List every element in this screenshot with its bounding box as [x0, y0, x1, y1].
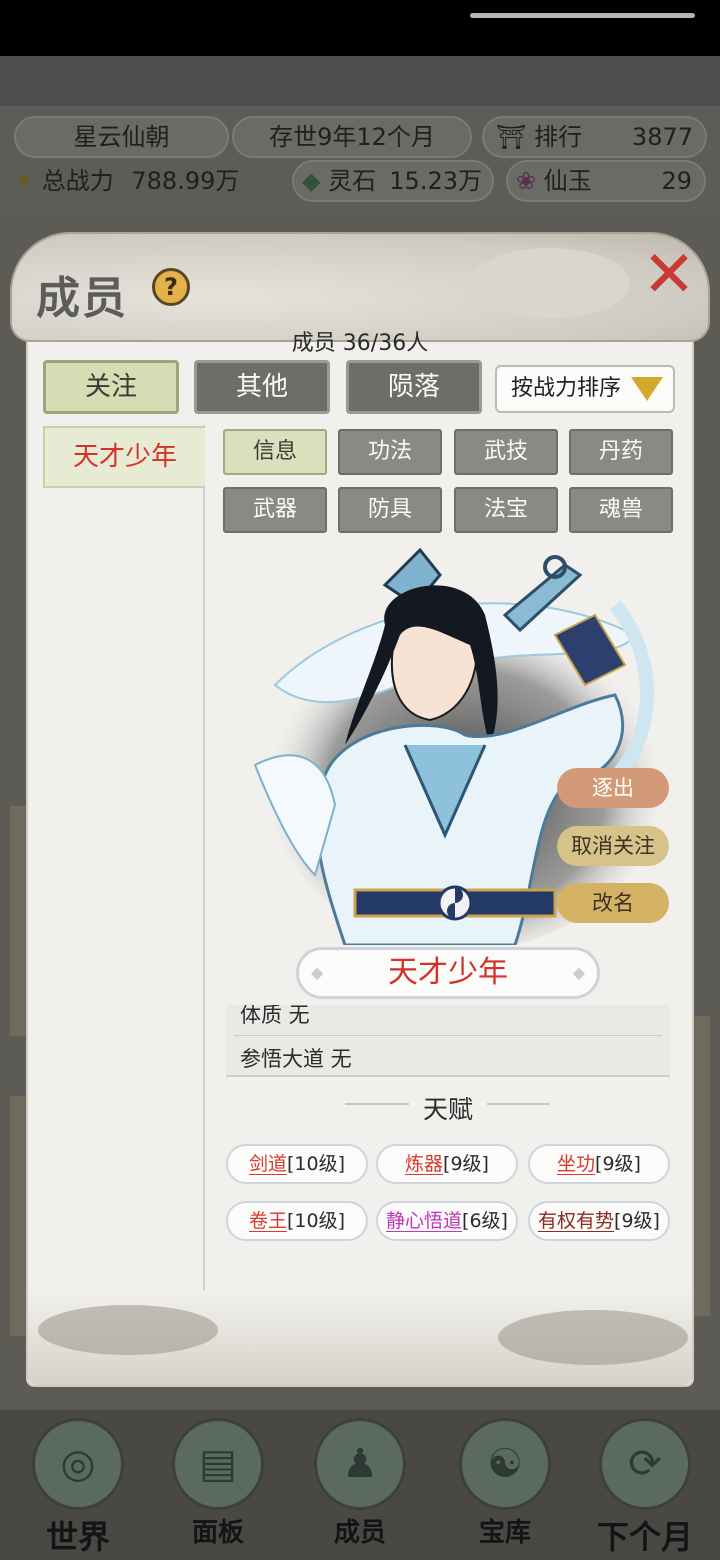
spirit-stone-value: 15.23万 — [389, 167, 482, 195]
talent-name: 炼器 — [405, 1153, 444, 1175]
close-icon[interactable]: ✕ — [640, 243, 698, 307]
cloud-decoration — [498, 1310, 688, 1365]
cloud-decoration — [38, 1305, 218, 1355]
tab-others[interactable]: 其他 — [194, 360, 330, 414]
rank-display[interactable]: ⛩ 排行 3877 — [482, 116, 707, 158]
attribute-physique: 体质 无 — [240, 1005, 310, 1027]
talent-level: [6级] — [462, 1210, 508, 1232]
talent-level: [10级] — [287, 1210, 346, 1232]
rank-icon: ⛩ — [496, 123, 527, 151]
tab-following[interactable]: 关注 — [43, 360, 179, 414]
power-label: 总战力 — [41, 167, 114, 195]
nav-next-month-label: 下个月 — [596, 1518, 693, 1556]
talent-name: 卷王 — [248, 1210, 287, 1232]
next-month-icon: ⟳ — [599, 1418, 691, 1510]
talent-name: 静心悟道 — [386, 1210, 463, 1232]
sect-name: 星云仙朝 — [14, 116, 229, 158]
list-item[interactable]: 天才少年 — [43, 426, 205, 488]
rank-label: 排行 — [534, 123, 583, 151]
nav-next-month[interactable]: ⟳ 下个月 — [585, 1418, 705, 1556]
dialog-footer-ornament — [28, 1290, 692, 1385]
tab-pills[interactable]: 丹药 — [569, 429, 673, 475]
help-icon[interactable]: ? — [152, 268, 190, 306]
talent-level: [10级] — [287, 1153, 346, 1175]
world-icon: ◎ — [32, 1418, 124, 1510]
spirit-stone-display[interactable]: ◆ 灵石 15.23万 — [292, 160, 494, 202]
talent-name: 剑道 — [248, 1153, 287, 1175]
spirit-stone-label: 灵石 — [328, 167, 377, 195]
attribute-comprehension: 参悟大道 无 — [240, 1047, 352, 1071]
nav-world-label: 世界 — [45, 1518, 110, 1556]
power-value: 788.99万 — [131, 167, 240, 195]
talent-badge[interactable]: 坐功[9级] — [528, 1144, 670, 1184]
status-bar — [0, 0, 720, 56]
character-name: 天才少年 — [296, 947, 600, 999]
talent-badge[interactable]: 卷王[10级] — [226, 1201, 368, 1241]
tab-fallen[interactable]: 陨落 — [346, 360, 482, 414]
tab-martial[interactable]: 武技 — [454, 429, 558, 475]
tab-technique[interactable]: 功法 — [338, 429, 442, 475]
divider — [234, 1035, 662, 1036]
tab-armor[interactable]: 防具 — [338, 487, 442, 533]
talent-title: 天赋 — [236, 1090, 660, 1126]
background-top — [0, 56, 720, 106]
jade-icon: ❀ — [516, 167, 537, 195]
nav-treasury[interactable]: ☯ 宝库 — [445, 1418, 565, 1553]
nav-panel-label: 面板 — [191, 1518, 244, 1548]
total-power: ✦ 总战力 788.99万 — [6, 160, 266, 202]
member-icon: ♟ — [314, 1418, 406, 1510]
background-card — [690, 1016, 710, 1316]
talent-badge[interactable]: 炼器[9级] — [376, 1144, 518, 1184]
attribute-list[interactable]: 体质 无 参悟大道 无 — [226, 1005, 670, 1077]
talent-badge[interactable]: 静心悟道[6级] — [376, 1201, 518, 1241]
treasury-icon: ☯ — [459, 1418, 551, 1510]
jade-display[interactable]: ❀ 仙玉 29 — [506, 160, 706, 202]
sect-age: 存世9年12个月 — [232, 116, 472, 158]
unfollow-button[interactable]: 取消关注 — [557, 826, 669, 866]
sort-label: 按战力排序 — [511, 376, 622, 401]
nav-member[interactable]: ♟ 成员 — [300, 1418, 420, 1553]
spirit-stone-icon: ◆ — [302, 167, 321, 195]
member-list — [43, 425, 205, 1335]
tab-artifact[interactable]: 法宝 — [454, 487, 558, 533]
talent-badge[interactable]: 有权有势[9级] — [528, 1201, 670, 1241]
tab-info[interactable]: 信息 — [223, 429, 327, 475]
talent-level: [9级] — [443, 1153, 489, 1175]
member-count: 成员 36/36人 — [291, 331, 429, 356]
talent-name: 坐功 — [557, 1153, 596, 1175]
jade-label: 仙玉 — [543, 167, 592, 195]
cloud-decoration — [470, 248, 630, 318]
rename-button[interactable]: 改名 — [557, 883, 669, 923]
sect-info-panel: 星云仙朝 存世9年12个月 ⛩ 排行 3877 ✦ 总战力 788.99万 ◆ … — [0, 106, 720, 216]
nav-world[interactable]: ◎ 世界 — [18, 1418, 138, 1556]
talent-level: [9级] — [614, 1210, 660, 1232]
dialog-title: 成员 — [36, 273, 128, 324]
scroll-icon: ▤ — [172, 1418, 264, 1510]
talent-name: 有权有势 — [538, 1210, 615, 1232]
talent-level: [9级] — [595, 1153, 641, 1175]
expel-button[interactable]: 逐出 — [557, 768, 669, 808]
talent-badge[interactable]: 剑道[10级] — [226, 1144, 368, 1184]
power-icon: ✦ — [14, 167, 35, 195]
nav-member-label: 成员 — [333, 1518, 386, 1548]
chevron-down-icon — [631, 377, 663, 401]
gesture-bar — [470, 13, 695, 18]
rank-value: 3877 — [631, 123, 693, 151]
nav-treasury-label: 宝库 — [478, 1518, 531, 1548]
tab-soul-beast[interactable]: 魂兽 — [569, 487, 673, 533]
talent-title-text: 天赋 — [408, 1095, 487, 1124]
jade-value: 29 — [661, 167, 692, 195]
tab-weapon[interactable]: 武器 — [223, 487, 327, 533]
nav-panel[interactable]: ▤ 面板 — [158, 1418, 278, 1553]
sort-dropdown[interactable]: 按战力排序 — [495, 365, 675, 413]
